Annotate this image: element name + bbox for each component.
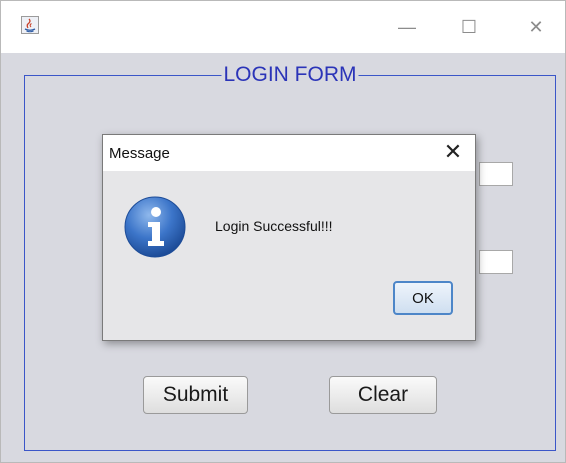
login-form-title: LOGIN FORM [221,62,359,88]
dialog-close-icon[interactable]: ✕ [441,139,465,164]
info-icon [124,196,186,258]
password-field[interactable] [479,250,513,274]
message-dialog: Message ✕ Login Successful!!! OK [102,134,476,341]
minimize-icon[interactable]: — [395,15,419,39]
dialog-title: Message [109,145,170,162]
close-icon[interactable]: ✕ [524,15,548,39]
dialog-message: Login Successful!!! [215,218,333,234]
title-bar[interactable]: — ☐ ✕ [1,1,565,53]
maximize-icon[interactable]: ☐ [457,15,481,39]
dialog-title-bar[interactable]: Message ✕ [103,135,475,171]
username-field[interactable] [479,162,513,186]
clear-button[interactable]: Clear [329,376,437,414]
ok-button[interactable]: OK [393,281,453,315]
submit-button[interactable]: Submit [143,376,248,414]
java-icon [21,16,39,34]
